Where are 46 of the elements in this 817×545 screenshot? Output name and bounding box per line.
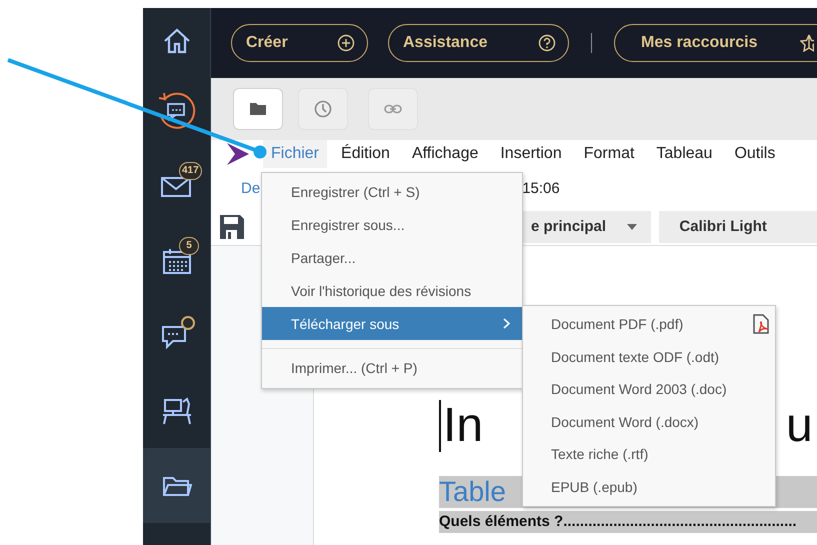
menu-item[interactable]: Affichage xyxy=(404,140,486,168)
toc-entry: Quels éléments ?........................................................ xyxy=(439,511,817,533)
sidebar-item[interactable]: 417 xyxy=(143,148,210,223)
count-badge: 5 xyxy=(179,237,199,255)
clock-icon xyxy=(314,100,332,118)
link-icon xyxy=(384,104,402,114)
menu-option[interactable]: Partager... xyxy=(262,241,522,274)
top-button[interactable]: Mes raccourcis xyxy=(614,24,817,62)
sidebar-item[interactable]: 5 xyxy=(143,223,210,298)
menu-option[interactable]: Télécharger sous xyxy=(262,307,522,340)
menu-item[interactable]: Insertion xyxy=(492,140,570,168)
heading-text: In xyxy=(443,400,484,452)
text-cursor xyxy=(439,400,441,452)
font-button[interactable]: Calibri Light xyxy=(659,210,817,242)
menu-option[interactable]: Enregistrer (Ctrl + S) xyxy=(262,175,522,208)
menu-option[interactable]: Voir l'historique des révisions xyxy=(262,274,522,307)
star-icon xyxy=(800,34,814,52)
folder-icon xyxy=(250,102,266,116)
document-info: 15:06 xyxy=(522,180,560,196)
menu-item[interactable]: Fichier xyxy=(263,140,328,168)
top-button[interactable]: Assistance xyxy=(388,24,569,62)
menu-option[interactable]: Texte riche (.rtf) xyxy=(523,438,775,470)
menu-item[interactable]: Format xyxy=(576,140,642,168)
menu-option[interactable]: Document PDF (.pdf) xyxy=(523,308,775,340)
caret-icon xyxy=(627,224,638,230)
document-info: De xyxy=(241,180,260,196)
menu-item[interactable]: Tableau xyxy=(648,140,720,168)
menu-option[interactable]: Document Word 2003 (.doc) xyxy=(523,373,775,406)
pdf-file-icon xyxy=(753,314,769,334)
home-icon xyxy=(162,26,192,54)
menu-option[interactable]: Imprimer... (Ctrl + P) xyxy=(262,351,522,384)
app-logo-icon xyxy=(225,143,249,165)
calendar-icon xyxy=(162,246,192,274)
desk-icon xyxy=(160,396,192,426)
menu-option[interactable]: Document Word (.docx) xyxy=(523,406,775,438)
top-button[interactable]: Créer xyxy=(231,24,368,62)
save-icon[interactable] xyxy=(219,214,245,240)
plus-icon xyxy=(337,34,355,52)
help-icon xyxy=(538,34,556,52)
count-badge: 417 xyxy=(179,162,202,180)
menu-item[interactable]: Outils xyxy=(726,140,784,168)
toolbar-button[interactable] xyxy=(233,88,283,130)
menu-item[interactable]: Édition xyxy=(333,140,398,168)
heading-text: u xyxy=(786,400,813,452)
menu-option[interactable]: Document texte ODF (.odt) xyxy=(523,340,775,373)
sidebar-item[interactable] xyxy=(143,448,210,523)
